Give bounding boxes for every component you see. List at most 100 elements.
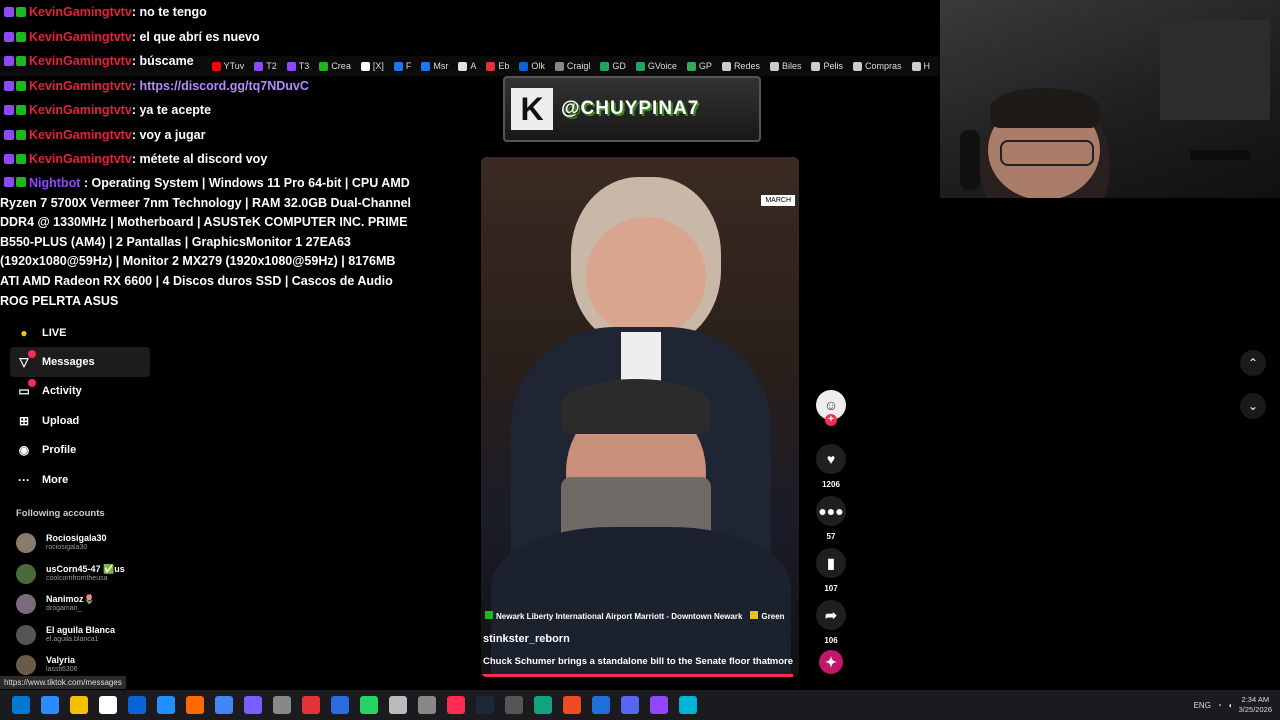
activity-icon: ▭ xyxy=(16,379,36,399)
avatar xyxy=(16,533,36,553)
sidebar-item-upload[interactable]: ⊞ Upload xyxy=(0,406,160,435)
taskbar-app-icon[interactable] xyxy=(505,696,523,714)
chat-message: KevinGamingtvtv: el que abrí es nuevo xyxy=(0,25,470,50)
bookmark-item[interactable]: GVoice xyxy=(635,61,677,71)
taskbar-app-icon[interactable] xyxy=(41,696,59,714)
sidebar-item-label: Upload xyxy=(42,414,80,427)
chat-badges xyxy=(4,129,26,140)
following-account[interactable]: Valyria lassfi6306 xyxy=(16,655,78,675)
taskbar-app-icon[interactable] xyxy=(273,696,291,714)
bookmark-item[interactable]: GD xyxy=(600,61,626,71)
taskbar-app-icon[interactable] xyxy=(99,696,117,714)
banner-logo: K xyxy=(511,88,553,130)
chat-text: : no te tengo xyxy=(131,5,207,19)
previous-video-button[interactable]: ⌃ xyxy=(1240,350,1266,376)
chat-username: KevinGamingtvtv xyxy=(29,5,132,19)
taskbar-app-icon[interactable] xyxy=(679,696,697,714)
account-name: Nanimoz🌷 xyxy=(46,594,95,604)
taskbar-app-icon[interactable] xyxy=(563,696,581,714)
share-button[interactable]: ➦ 106 xyxy=(814,600,848,645)
taskbar-app-icon[interactable] xyxy=(157,696,175,714)
share-icon: ➦ xyxy=(816,600,846,630)
taskbar-app-icon[interactable] xyxy=(302,696,320,714)
next-video-button[interactable]: ⌄ xyxy=(1240,393,1266,419)
bookmark-label: Biles xyxy=(781,61,802,71)
like-button[interactable]: ♥ 1206 xyxy=(814,444,848,489)
chat-text[interactable]: : https://discord.gg/tq7NDuvC xyxy=(132,74,309,99)
sidebar-item-profile[interactable]: ◉ Profile xyxy=(0,436,160,465)
chat-text: : el que abrí es nuevo xyxy=(131,29,260,44)
heart-icon: ♥ xyxy=(816,444,846,474)
bookmark-item[interactable]: H xyxy=(911,61,930,71)
start-menu-icon[interactable] xyxy=(12,696,30,714)
chat-message: KevinGamingtvtv: https://discord.gg/tq7N… xyxy=(0,74,470,99)
more-button[interactable]: more xyxy=(770,656,793,667)
music-disc-icon: ✦ xyxy=(819,650,843,674)
volume-icon[interactable]: ◖ xyxy=(1228,701,1233,710)
chat-badges xyxy=(4,56,26,67)
bookmark-item[interactable]: Pelis xyxy=(811,61,843,71)
following-account[interactable]: Nanimoz🌷 drogaman_ xyxy=(16,594,95,614)
sidebar-item-messages[interactable]: ▽ Messages xyxy=(10,347,150,377)
sidebar-item-label: More xyxy=(42,473,69,486)
account-handle: coolcornfromtheusa xyxy=(46,575,108,582)
bookmark-item[interactable]: Redes xyxy=(721,61,760,71)
video-author[interactable]: stinkster_reborn xyxy=(483,633,570,645)
taskbar-app-icon[interactable] xyxy=(360,696,378,714)
taskbar-app-icon[interactable] xyxy=(592,696,610,714)
chat-badges xyxy=(4,80,26,91)
bookmark-icon xyxy=(486,61,496,71)
wifi-icon[interactable]: ◔ xyxy=(1217,701,1222,710)
taskbar-app-icon[interactable] xyxy=(447,696,465,714)
taskbar-app-icon[interactable] xyxy=(389,696,407,714)
taskbar-app-icon[interactable] xyxy=(186,696,204,714)
account-name: El aguila Blanca xyxy=(46,625,116,635)
sidebar-item-more[interactable]: ··· More xyxy=(0,465,160,494)
webcam-overlay xyxy=(940,0,1280,198)
video-location: Newark Liberty International Airport Mar… xyxy=(485,611,785,621)
taskbar-app-icon[interactable] xyxy=(244,696,262,714)
following-account[interactable]: Rociosigala30 rociosigala30 xyxy=(16,533,107,553)
bookmark-icon xyxy=(852,61,862,71)
sidebar-item-activity[interactable]: ▭ Activity xyxy=(0,377,160,406)
video-progress[interactable] xyxy=(481,674,793,677)
comment-button[interactable]: ●●● 57 xyxy=(814,496,848,541)
bookmark-item[interactable]: GP xyxy=(686,61,712,71)
save-button[interactable]: ▮ 107 xyxy=(814,548,848,593)
bookmark-item[interactable]: Eb xyxy=(486,61,509,71)
sound-disc[interactable]: ✦ xyxy=(814,650,848,674)
taskbar-app-icon[interactable] xyxy=(70,696,88,714)
taskbar-app-icon[interactable] xyxy=(331,696,349,714)
taskbar-app-icon[interactable] xyxy=(621,696,639,714)
bookmark-icon xyxy=(911,61,921,71)
taskbar-app-icon[interactable] xyxy=(128,696,146,714)
bookmark-label: GVoice xyxy=(647,61,677,71)
bookmark-icon xyxy=(519,61,529,71)
account-handle: lassfi6306 xyxy=(46,666,78,673)
taskbar-app-icon[interactable] xyxy=(534,696,552,714)
taskbar-app-icon[interactable] xyxy=(418,696,436,714)
share-count: 106 xyxy=(824,636,838,645)
bookmark-item[interactable]: Olk xyxy=(519,61,545,71)
bookmark-label: Pelis xyxy=(823,61,843,71)
following-account[interactable]: usCorn45-47 ✅us coolcornfromtheusa xyxy=(16,564,125,584)
bookmark-icon xyxy=(721,61,731,71)
taskbar-app-icon[interactable] xyxy=(476,696,494,714)
windows-taskbar: ENG ◔ ◖ 2:34 AM 3/25/2026 xyxy=(0,690,1280,720)
video-player[interactable]: MARCH Newark Liberty International Airpo… xyxy=(481,157,799,677)
language-indicator[interactable]: ENG xyxy=(1194,701,1211,710)
sidebar-item-live[interactable]: ● LIVE xyxy=(0,318,160,347)
bookmark-item[interactable]: Compras xyxy=(852,61,902,71)
bookmark-item[interactable]: Biles xyxy=(769,61,802,71)
account-name: usCorn45-47 ✅us xyxy=(46,564,125,574)
chat-text: : búscame xyxy=(131,54,194,68)
taskbar-app-icon[interactable] xyxy=(215,696,233,714)
bookmark-label: A xyxy=(470,61,477,71)
creator-avatar[interactable]: ☺ + xyxy=(814,390,848,426)
following-account[interactable]: El aguila Blanca el.aguila.blanca1 xyxy=(16,625,115,645)
bookmark-item[interactable]: Craigl xyxy=(554,61,590,71)
chevron-up-icon: ⌃ xyxy=(1247,356,1259,370)
location-text: Newark Liberty International Airport Mar… xyxy=(496,612,743,621)
clock[interactable]: 2:34 AM 3/25/2026 xyxy=(1239,695,1272,715)
taskbar-app-icon[interactable] xyxy=(650,696,668,714)
